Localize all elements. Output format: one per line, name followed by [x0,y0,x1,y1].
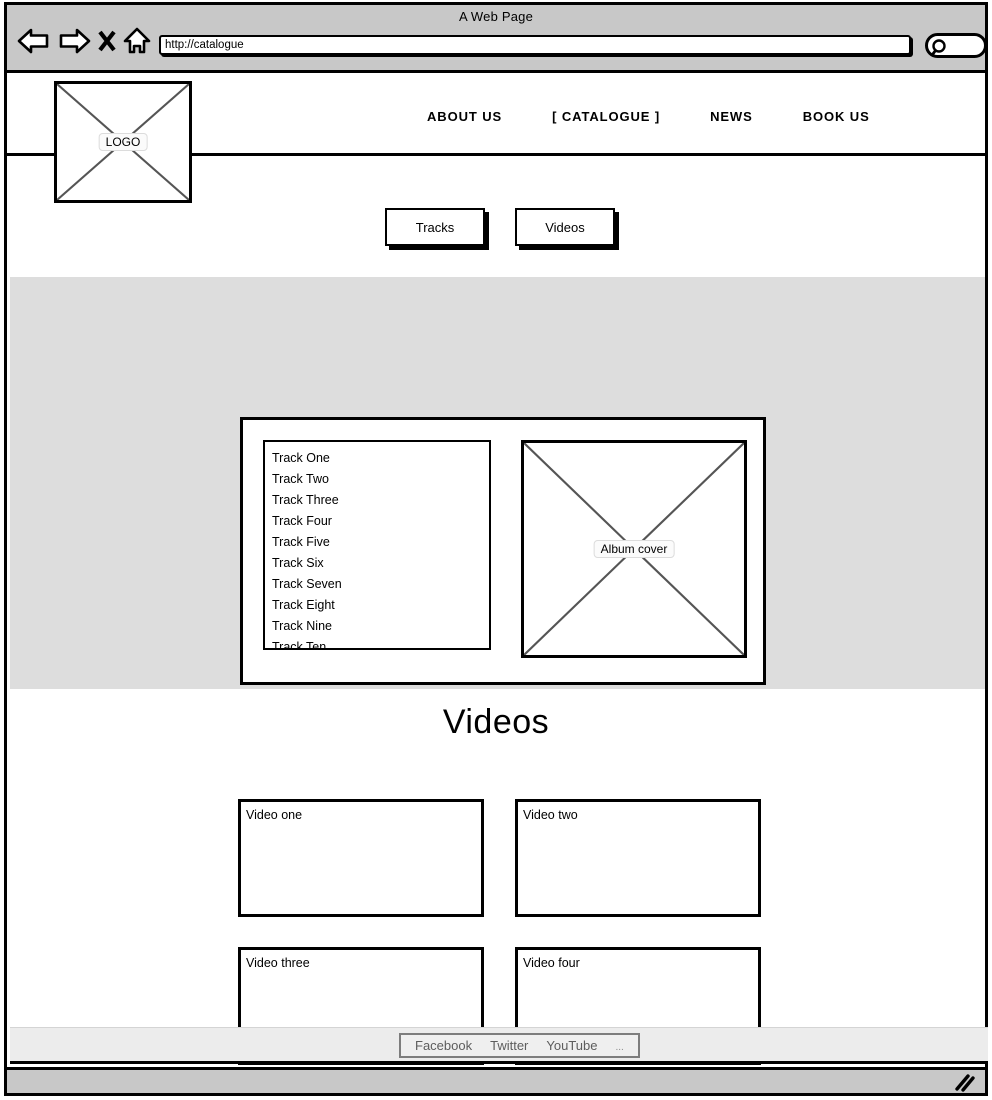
video-label: Video four [523,956,580,970]
site-nav-links: ABOUT US [ CATALOGUE ] NEWS BOOK US [427,77,870,156]
track-list-item[interactable]: Track Eight [272,595,489,616]
resize-grip-icon[interactable] [953,1074,975,1097]
video-label: Video one [246,808,303,822]
track-list-item[interactable]: Track Ten [272,637,489,648]
back-arrow-icon[interactable] [17,28,51,54]
social-link-twitter[interactable]: Twitter [490,1038,528,1053]
video-row: Video one Video two [238,799,770,917]
track-list-item[interactable]: Track Two [272,469,489,490]
nav-link-about-us[interactable]: ABOUT US [427,109,502,124]
forward-arrow-icon[interactable] [57,28,91,54]
video-label: Video three [246,956,310,970]
browser-search-button[interactable] [925,33,987,58]
social-link-facebook[interactable]: Facebook [415,1038,472,1053]
magnifier-icon [931,39,946,56]
nav-link-news[interactable]: NEWS [710,109,753,124]
social-links-box: Facebook Twitter YouTube ... [399,1033,640,1058]
track-list-item[interactable]: Track Six [272,553,489,574]
tab-tracks[interactable]: Tracks [385,208,485,246]
track-list-item[interactable]: Track Seven [272,574,489,595]
album-cover-label: Album cover [593,540,675,558]
social-links-more[interactable]: ... [615,1042,623,1053]
album-section: Track One Track Two Track Three Track Fo… [10,277,985,689]
social-link-youtube[interactable]: YouTube [546,1038,597,1053]
video-label: Video two [523,808,578,822]
tab-videos[interactable]: Videos [515,208,615,246]
window-title: A Web Page [458,9,534,24]
catalogue-tab-buttons: Tracks Videos [385,208,615,246]
track-list-item[interactable]: Track Nine [272,616,489,637]
track-list-item[interactable]: Track Three [272,490,489,511]
browser-window: A Web Page http://catalogue ABOUT US [C… [4,2,988,1096]
web-page-content: ABOUT US [ CATALOGUE ] NEWS BOOK US LOGO… [7,73,985,1093]
screenshot-root: A Web Page http://catalogue ABOUT US [C… [0,0,992,1100]
home-icon[interactable] [123,27,151,55]
video-thumbnail-one[interactable]: Video one [238,799,484,917]
browser-nav-icons [17,27,151,55]
videos-heading: Videos [442,703,550,741]
browser-toolbar: A Web Page http://catalogue [7,5,987,73]
nav-link-catalogue[interactable]: [ CATALOGUE ] [552,109,660,124]
track-list-item[interactable]: Track One [272,448,489,469]
url-input[interactable]: http://catalogue [159,35,911,55]
site-footer: Facebook Twitter YouTube ... [10,1027,988,1064]
logo-label: LOGO [98,133,148,151]
track-list-item[interactable]: Track Five [272,532,489,553]
nav-link-book-us[interactable]: BOOK US [803,109,870,124]
browser-status-bar [7,1067,985,1093]
track-list[interactable]: Track One Track Two Track Three Track Fo… [263,440,491,650]
logo-placeholder[interactable]: LOGO [54,81,192,203]
track-list-item[interactable]: Track Four [272,511,489,532]
album-cover-placeholder[interactable]: Album cover [521,440,747,658]
album-panel: Track One Track Two Track Three Track Fo… [240,417,766,685]
close-x-icon[interactable] [97,28,117,54]
video-thumbnail-two[interactable]: Video two [515,799,761,917]
